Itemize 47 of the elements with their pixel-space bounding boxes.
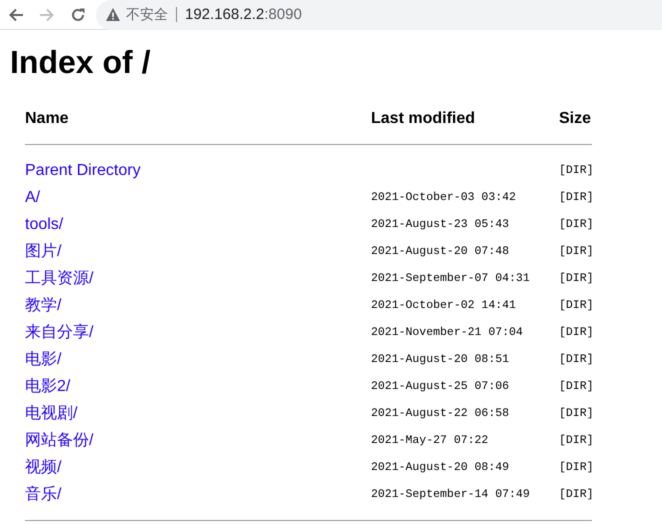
url-port: :8090 xyxy=(264,6,302,23)
directory-link[interactable]: 图片/ xyxy=(25,241,62,262)
size-label: [DIR] xyxy=(559,380,594,393)
modified-date: 2021-August-23 05:43 xyxy=(371,218,510,231)
modified-column-header: Last modified xyxy=(371,110,476,128)
directory-link[interactable]: 电影/ xyxy=(25,349,62,370)
directory-link[interactable]: tools/ xyxy=(25,216,64,234)
page-title: Index of / xyxy=(10,43,150,82)
directory-link[interactable]: A/ xyxy=(25,188,40,206)
modified-date: 2021-August-20 07:48 xyxy=(371,245,510,258)
modified-date: 2021-October-03 03:42 xyxy=(371,191,516,204)
security-label: 不安全 xyxy=(126,6,168,24)
directory-link[interactable]: 教学/ xyxy=(25,295,62,316)
directory-link[interactable]: 网站备份/ xyxy=(25,430,94,451)
size-label: [DIR] xyxy=(559,245,594,258)
modified-date: 2021-September-07 04:31 xyxy=(371,272,530,285)
size-label: [DIR] xyxy=(559,326,594,339)
modified-date: 2021-October-02 14:41 xyxy=(371,299,516,312)
modified-date: 2021-May-27 07:22 xyxy=(371,434,488,447)
size-label: [DIR] xyxy=(559,434,594,447)
size-label: [DIR] xyxy=(559,488,594,501)
modified-date: 2021-August-25 07:06 xyxy=(371,380,510,393)
name-column-header: Name xyxy=(25,110,69,128)
size-label: [DIR] xyxy=(559,407,594,420)
size-label: [DIR] xyxy=(559,353,594,366)
size-label: [DIR] xyxy=(559,164,594,177)
size-column-header: Size xyxy=(559,110,592,128)
directory-link[interactable]: 工具资源/ xyxy=(25,268,94,289)
directory-link[interactable]: 电视剧/ xyxy=(25,403,78,424)
directory-link[interactable]: Parent Directory xyxy=(25,162,141,180)
size-label: [DIR] xyxy=(559,218,594,231)
size-label: [DIR] xyxy=(559,272,594,285)
size-label: [DIR] xyxy=(559,461,594,474)
directory-link[interactable]: 音乐/ xyxy=(25,484,62,505)
directory-link[interactable]: 视频/ xyxy=(25,457,62,478)
modified-date: 2021-August-20 08:51 xyxy=(371,353,510,366)
size-label: [DIR] xyxy=(559,191,594,204)
url-host: 192.168.2.2 xyxy=(185,6,264,23)
modified-date: 2021-November-21 07:04 xyxy=(371,326,523,339)
modified-date: 2021-August-20 08:49 xyxy=(371,461,510,474)
modified-date: 2021-August-22 06:58 xyxy=(371,407,510,420)
modified-date: 2021-September-14 07:49 xyxy=(371,488,530,501)
size-label: [DIR] xyxy=(559,299,594,312)
address-bar[interactable]: 不安全 192.168.2.2:8090 xyxy=(96,0,662,30)
directory-link[interactable]: 电影2/ xyxy=(25,376,70,397)
warning-icon xyxy=(106,8,120,21)
directory-link[interactable]: 来自分享/ xyxy=(25,322,94,343)
